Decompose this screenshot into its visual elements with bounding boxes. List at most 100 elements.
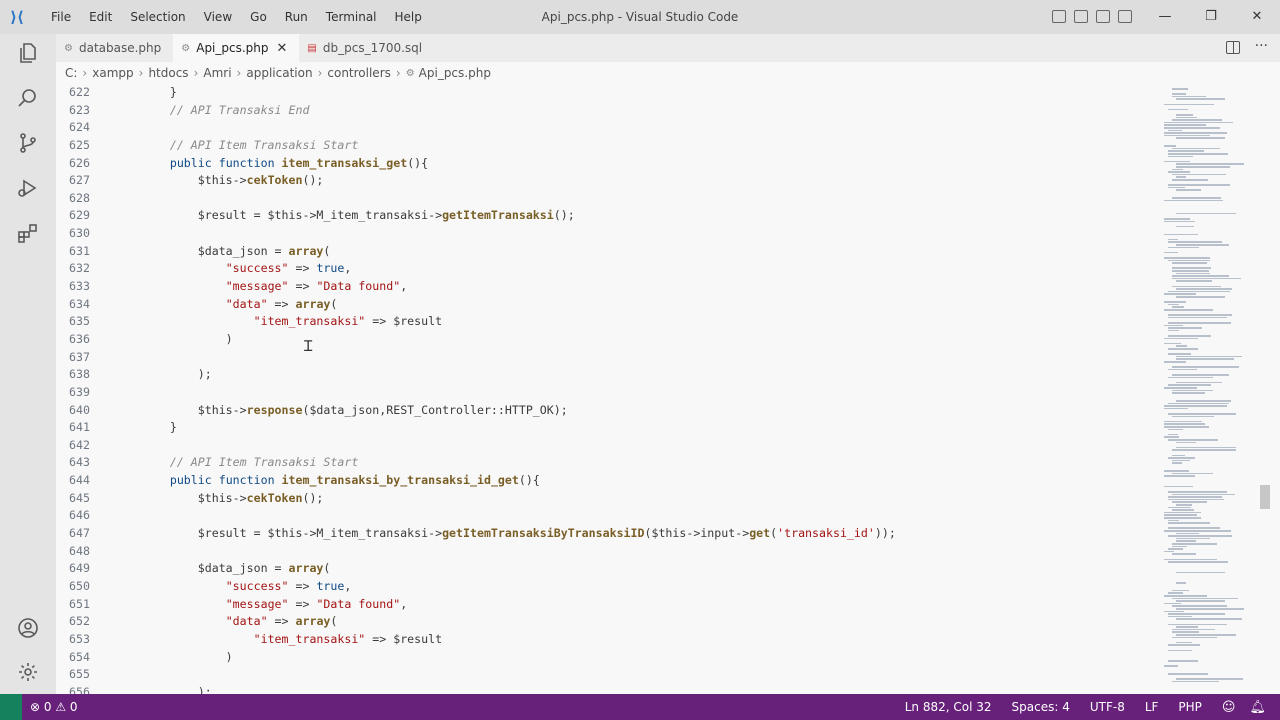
- menu-view[interactable]: View: [195, 0, 241, 34]
- line-text[interactable]: // API Item Transaksi Start: [114, 454, 358, 472]
- line-text[interactable]: "message" => "Data found",: [114, 278, 408, 296]
- remote-indicator[interactable]: [0, 694, 22, 720]
- tab-db-pcs-sql[interactable]: ▤ db_pcs_1700.sql: [299, 34, 435, 62]
- end-of-line[interactable]: LF: [1145, 700, 1159, 714]
- menu-file[interactable]: File: [42, 0, 80, 34]
- breadcrumb-item[interactable]: application: [246, 66, 312, 80]
- code-line[interactable]: 640 $this->response($data_json,REST_Cont…: [56, 402, 1156, 420]
- breadcrumb-item[interactable]: htdocs: [148, 66, 188, 80]
- menu-go[interactable]: Go: [241, 0, 276, 34]
- line-text[interactable]: "item_transaksi" => $result: [114, 631, 442, 649]
- code-line[interactable]: 623 // API Transaksi End: [56, 102, 1156, 120]
- menu-help[interactable]: Help: [386, 0, 431, 34]
- line-text[interactable]: "message" => "Data found",: [114, 596, 408, 614]
- line-text[interactable]: // API Item Transaksi Start: [114, 137, 358, 155]
- search-icon[interactable]: [14, 84, 42, 112]
- code-line[interactable]: 646: [56, 507, 1156, 525]
- line-text[interactable]: public function item_transaksi_by_transa…: [114, 472, 540, 490]
- minimap[interactable]: [1156, 84, 1280, 694]
- code-line[interactable]: 631 $data_json = array(: [56, 243, 1156, 261]
- minimize-button[interactable]: —: [1142, 0, 1188, 34]
- toggle-secondary-sidebar-icon[interactable]: [1096, 10, 1110, 23]
- menu-terminal[interactable]: Terminal: [317, 0, 386, 34]
- problems-count[interactable]: ⊗ 0 ⚠ 0: [30, 700, 78, 714]
- menu-edit[interactable]: Edit: [80, 0, 121, 34]
- code-line[interactable]: 641 }: [56, 419, 1156, 437]
- tab-database-php[interactable]: ⚙ database.php: [56, 34, 174, 62]
- code-line[interactable]: 655: [56, 666, 1156, 684]
- accounts-icon[interactable]: [14, 614, 42, 642]
- split-editor-icon[interactable]: [1226, 41, 1240, 54]
- code-line[interactable]: 651 "message" => "Data found",: [56, 596, 1156, 614]
- menu-run[interactable]: Run: [276, 0, 317, 34]
- line-text[interactable]: $result = $this->M_item_transaksi->getIt…: [114, 207, 575, 225]
- toggle-panel-icon[interactable]: [1074, 10, 1088, 23]
- line-text[interactable]: );: [114, 366, 212, 384]
- tab-api-pcs-php[interactable]: ⚙ Api_pcs.php ✕: [173, 34, 300, 62]
- explorer-icon[interactable]: [14, 39, 42, 67]
- code-line[interactable]: 624: [56, 119, 1156, 137]
- code-line[interactable]: 622 }: [56, 84, 1156, 102]
- line-text[interactable]: "data" => array(: [114, 613, 338, 631]
- line-text[interactable]: $data_json = array(: [114, 243, 331, 261]
- cursor-position[interactable]: Ln 882, Col 32: [905, 700, 992, 714]
- line-text[interactable]: $this->cekToken();: [114, 172, 324, 190]
- scrollbar-thumb[interactable]: [1260, 485, 1270, 509]
- code-line[interactable]: 638 );: [56, 366, 1156, 384]
- feedback-icon[interactable]: ☺: [1222, 700, 1236, 715]
- customize-layout-icon[interactable]: [1118, 10, 1132, 23]
- code-line[interactable]: 630: [56, 225, 1156, 243]
- code-line[interactable]: 648: [56, 543, 1156, 561]
- line-text[interactable]: public function item_transaksi_get(){: [114, 155, 428, 173]
- line-text[interactable]: );: [114, 684, 212, 694]
- line-text[interactable]: ): [114, 649, 233, 667]
- code-line[interactable]: 647 $result = $this->M_item_transaksi->g…: [56, 525, 1156, 543]
- code-line[interactable]: 627 $this->cekToken();: [56, 172, 1156, 190]
- line-text[interactable]: $data_json = array(: [114, 560, 331, 578]
- code-line[interactable]: 625 // API Item Transaksi Start: [56, 137, 1156, 155]
- line-text[interactable]: $result = $this->M_item_transaksi->getIt…: [114, 525, 896, 543]
- code-line[interactable]: 642: [56, 437, 1156, 455]
- line-text[interactable]: ): [114, 331, 233, 349]
- notifications-bell-icon[interactable]: 🔔︎: [1249, 700, 1266, 715]
- settings-gear-icon[interactable]: [14, 658, 42, 686]
- line-text[interactable]: }: [114, 419, 177, 437]
- line-text[interactable]: "success" => true,: [114, 260, 352, 278]
- breadcrumb-item[interactable]: xampp: [92, 66, 133, 80]
- code-line[interactable]: 644 public function item_transaksi_by_tr…: [56, 472, 1156, 490]
- extensions-icon[interactable]: [14, 219, 42, 247]
- code-line[interactable]: 635 "item_transaksi" => $result: [56, 313, 1156, 331]
- run-debug-icon[interactable]: [14, 174, 42, 202]
- line-text[interactable]: // API Transaksi End: [114, 102, 310, 120]
- code-line[interactable]: 626 public function item_transaksi_get()…: [56, 155, 1156, 173]
- line-text[interactable]: $this->response($data_json,REST_Controll…: [114, 402, 568, 420]
- code-line[interactable]: 634 "data" => array(: [56, 296, 1156, 314]
- code-line[interactable]: 654 ): [56, 649, 1156, 667]
- code-line[interactable]: 656 );: [56, 684, 1156, 694]
- close-tab-icon[interactable]: ✕: [277, 41, 288, 56]
- code-line[interactable]: 653 "item_transaksi" => $result: [56, 631, 1156, 649]
- close-window-button[interactable]: ✕: [1234, 0, 1280, 34]
- code-line[interactable]: 650 "success" => true,: [56, 578, 1156, 596]
- code-line[interactable]: 628: [56, 190, 1156, 208]
- code-lines[interactable]: 622 } 623 // API Transaksi End 624 625 // A…: [56, 84, 1156, 694]
- breadcrumb-item[interactable]: C:: [65, 66, 77, 80]
- code-line[interactable]: 636 ): [56, 331, 1156, 349]
- code-line[interactable]: 649 $data_json = array(: [56, 560, 1156, 578]
- line-text[interactable]: "data" => array(: [114, 296, 338, 314]
- language-mode[interactable]: PHP: [1178, 700, 1202, 714]
- code-line[interactable]: 637: [56, 349, 1156, 367]
- source-control-icon[interactable]: [14, 129, 42, 157]
- toggle-primary-sidebar-icon[interactable]: [1052, 10, 1066, 23]
- indentation[interactable]: Spaces: 4: [1012, 700, 1070, 714]
- code-line[interactable]: 633 "message" => "Data found",: [56, 278, 1156, 296]
- line-text[interactable]: $this->cekToken();: [114, 490, 324, 508]
- breadcrumb-item[interactable]: Amri: [203, 66, 231, 80]
- code-line[interactable]: 629 $result = $this->M_item_transaksi->g…: [56, 207, 1156, 225]
- code-line[interactable]: 643 // API Item Transaksi Start: [56, 454, 1156, 472]
- restore-button[interactable]: ❐: [1188, 0, 1234, 34]
- breadcrumb-item[interactable]: Api_pcs.php: [419, 66, 491, 80]
- more-actions-icon[interactable]: ···: [1255, 38, 1268, 54]
- line-text[interactable]: }: [114, 84, 177, 102]
- code-editor[interactable]: 622 } 623 // API Transaksi End 624 625 // A…: [56, 84, 1280, 694]
